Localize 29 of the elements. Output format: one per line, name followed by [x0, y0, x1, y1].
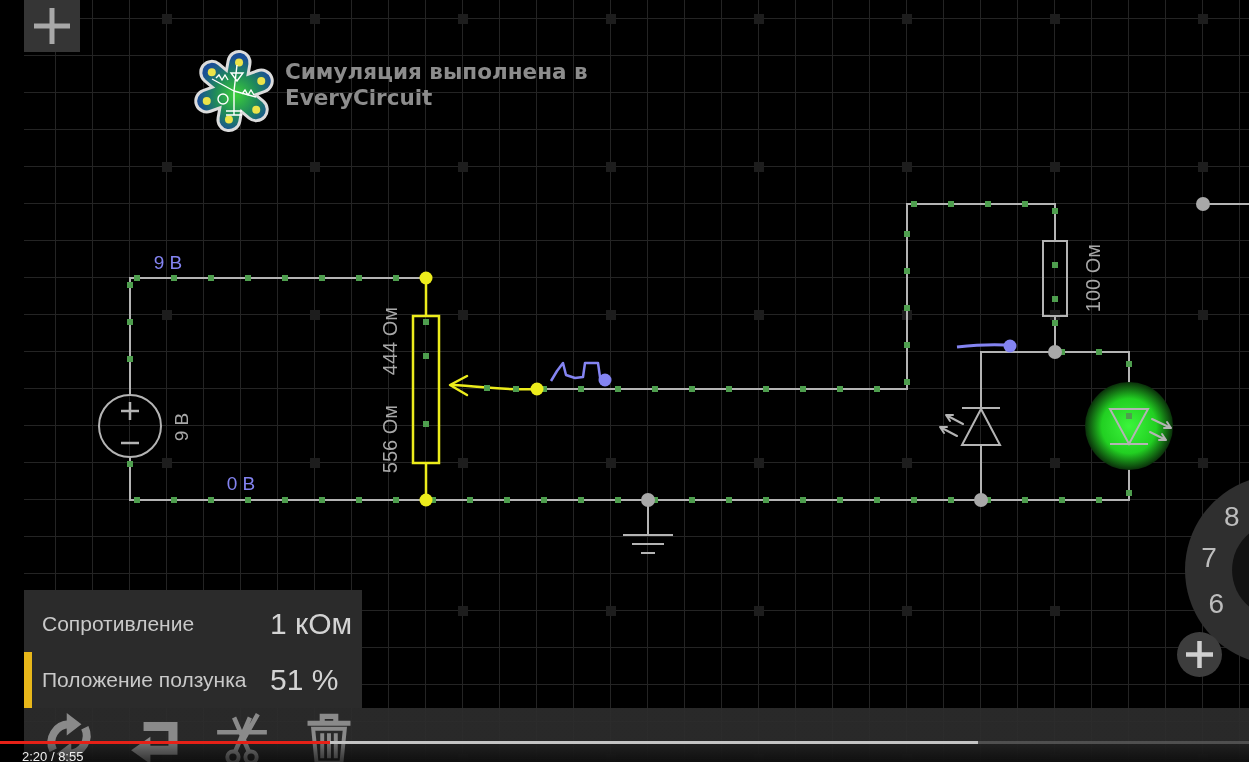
property-value: 51 %: [270, 663, 340, 697]
property-row[interactable]: Сопротивление 1 кОм: [24, 596, 362, 652]
scribble-mark-icon: [549, 361, 612, 387]
scissors-icon[interactable]: [216, 713, 268, 762]
video-time: 2:20 / 8:55: [22, 750, 84, 762]
resistance-label: 556 Ом: [379, 404, 401, 474]
add-button[interactable]: [24, 0, 80, 52]
junction-dot-icon: [974, 493, 988, 507]
property-row[interactable]: Положение ползунка 51 %: [24, 652, 362, 708]
property-label: Сопротивление: [42, 612, 196, 636]
junction-dot-icon: [1048, 345, 1062, 359]
resistance-label: 444 Ом: [379, 306, 401, 376]
dial-number[interactable]: 7: [1201, 542, 1217, 573]
dial-number[interactable]: 8: [1224, 501, 1240, 532]
junction-dot-icon: [641, 493, 655, 507]
property-label: Положение ползунка: [42, 668, 248, 692]
plus-icon: [34, 8, 70, 44]
dial-number[interactable]: 6: [1208, 588, 1225, 620]
add-button[interactable]: [1177, 632, 1222, 677]
junction-dot-icon: [1196, 197, 1210, 211]
banner-text: Симуляция выполнена в EveryCircuit: [285, 59, 589, 111]
voltage-label: 0 В: [226, 472, 256, 494]
voltage-label: 9 В: [170, 412, 192, 442]
plus-icon: [1183, 638, 1216, 671]
voltage-label: 9 В: [153, 251, 183, 273]
property-value: 1 кОм: [270, 607, 354, 641]
stroke-mark-icon: [956, 339, 1017, 353]
progress-track[interactable]: [0, 741, 1249, 744]
resistance-label: 100 Ом: [1082, 243, 1104, 313]
